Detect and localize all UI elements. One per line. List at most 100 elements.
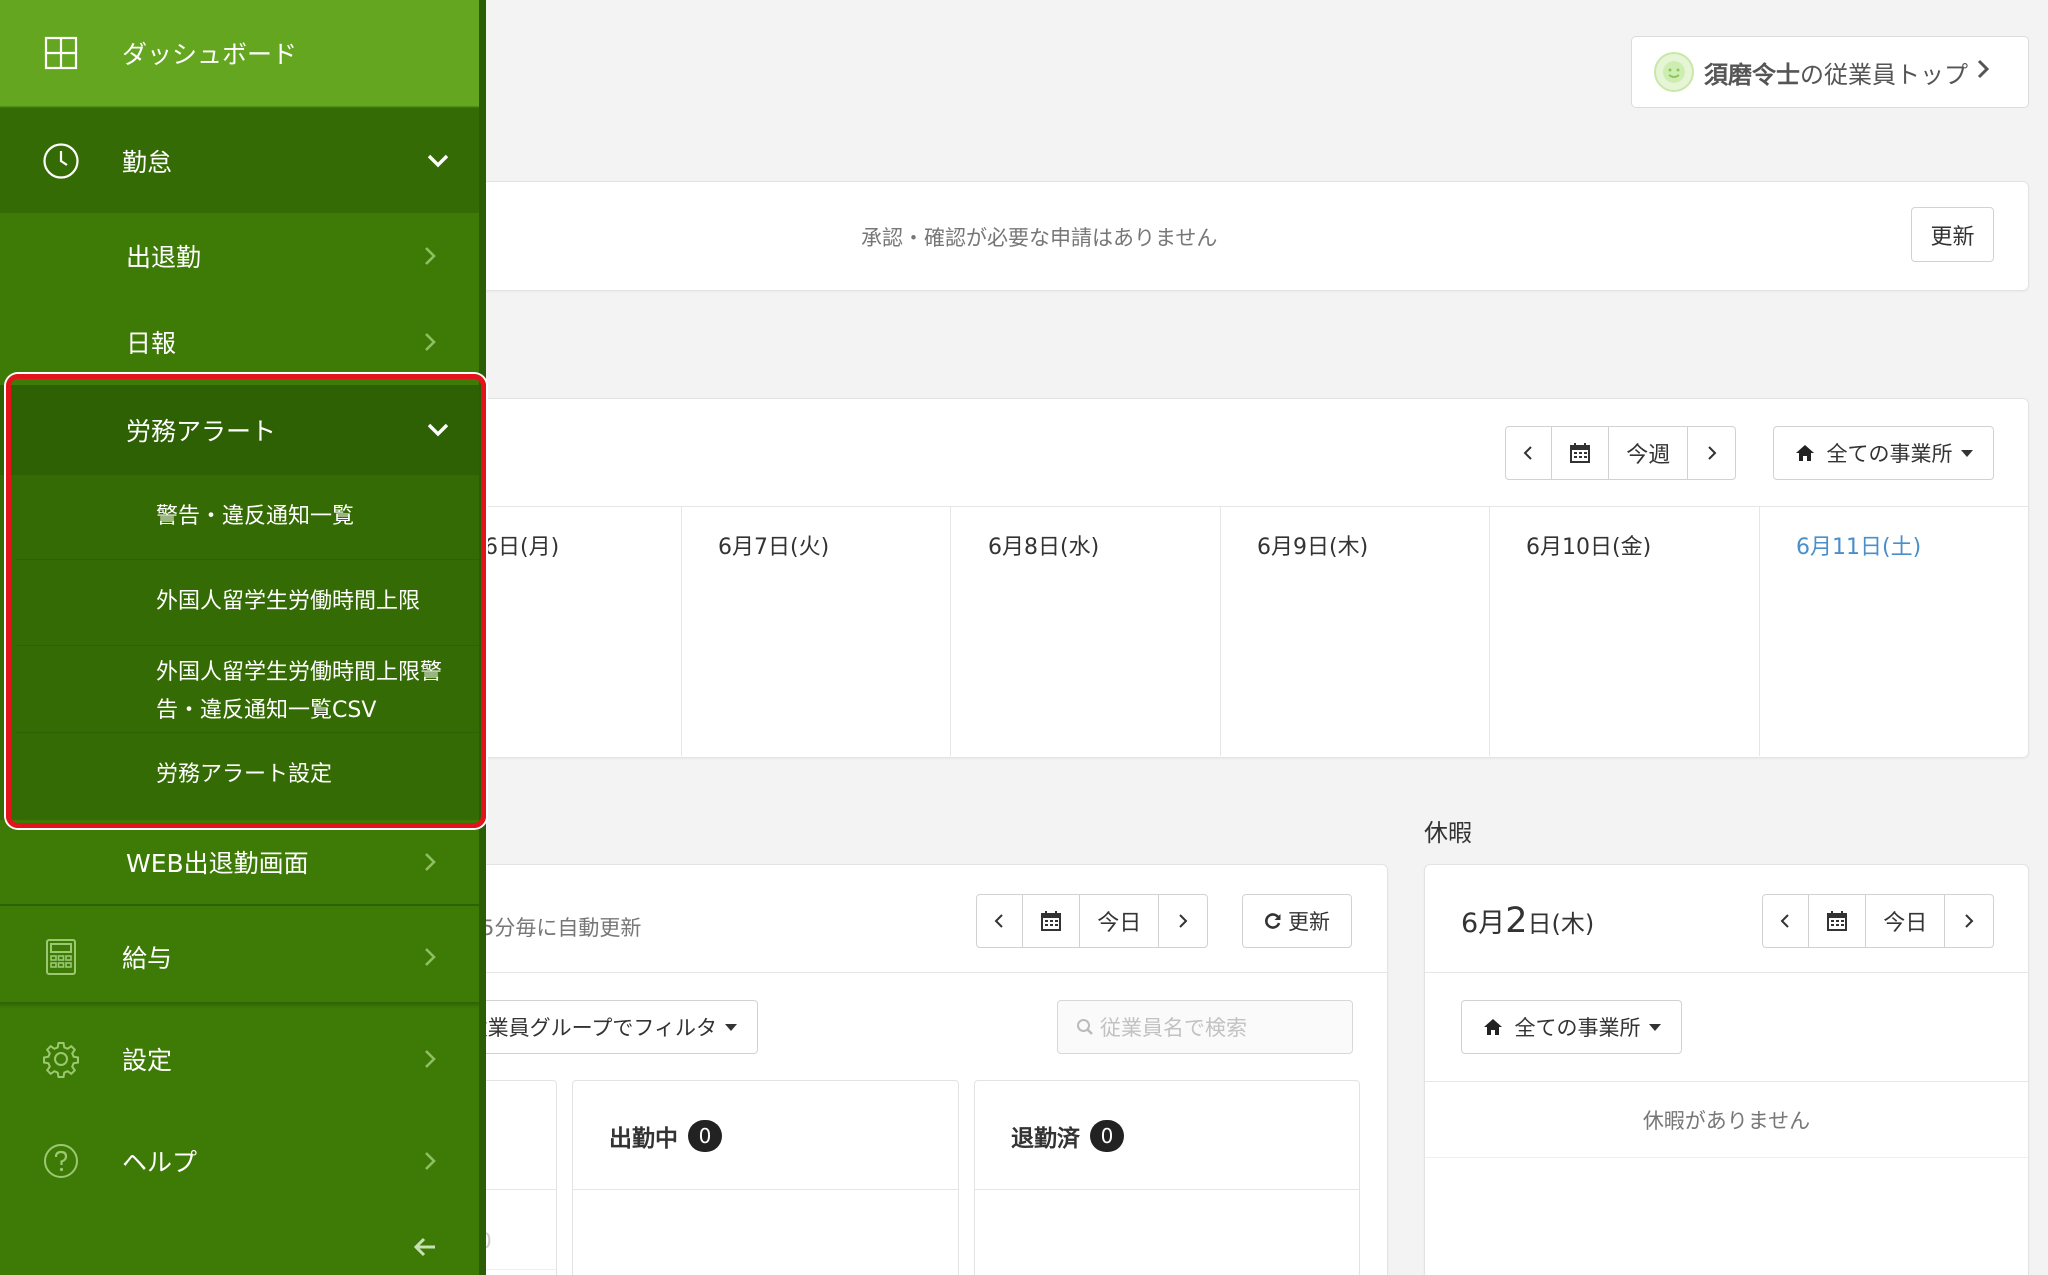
sidebar-item-web-clock[interactable]: WEB出退勤画面 <box>0 820 479 904</box>
approvals-refresh-button[interactable]: 更新 <box>1911 207 1994 262</box>
home-icon <box>1795 445 1814 461</box>
week-office-filter-label: 全ての事業所 <box>1826 442 1953 466</box>
working-count-badge: 0 <box>688 1120 722 1152</box>
leave-date-month: 6月 <box>1461 908 1506 939</box>
calendar-icon <box>1040 911 1061 931</box>
employee-search-placeholder: 従業員名で検索 <box>1100 1016 1247 1040</box>
group-filter-label: 従業員グループでフィルタ <box>466 1016 717 1040</box>
chevron-right-icon <box>1976 58 1990 86</box>
chevron-right-icon <box>419 946 441 968</box>
leave-calendar-button[interactable] <box>1809 895 1867 947</box>
sidebar-item-web-clock-label: WEB出退勤画面 <box>126 849 309 878</box>
gear-icon <box>42 1040 80 1078</box>
calendar-icon <box>1569 443 1590 463</box>
approvals-message: 承認・確認が必要な申請はありません <box>861 226 1218 250</box>
prev-week-button[interactable] <box>1506 427 1552 479</box>
home-icon <box>1483 1019 1502 1035</box>
sidebar-item-dashboard-label: ダッシュボード <box>122 40 298 69</box>
caret-down-icon <box>1648 1023 1661 1031</box>
this-week-button[interactable]: 今週 <box>1609 427 1689 479</box>
status-card-working: 出勤中 0 <box>572 1080 959 1275</box>
leave-date-day: 2 <box>1505 901 1528 941</box>
next-day-button[interactable] <box>1159 895 1207 947</box>
employee-top-button[interactable]: 須磨令士 の従業員トップ <box>1631 36 2029 108</box>
help-circle-icon <box>42 1142 80 1180</box>
approvals-card: 承認・確認が必要な申請はありません 更新 <box>470 181 2029 291</box>
arrow-left-icon <box>413 1237 435 1257</box>
sidebar-item-settings-label: 設定 <box>122 1046 173 1075</box>
day-label-tue: 6月7日(火) <box>718 535 830 560</box>
working-label: 出勤中 <box>609 1126 678 1152</box>
left-count-badge: 0 <box>1090 1120 1124 1152</box>
leave-date-suffix: 日(木) <box>1527 910 1595 938</box>
day-label-fri: 6月10日(金) <box>1526 535 1652 560</box>
chevron-right-icon <box>1179 914 1188 928</box>
calculator-icon <box>42 938 80 976</box>
week-calendar-button[interactable] <box>1552 427 1610 479</box>
chevron-right-icon <box>419 1150 441 1172</box>
week-office-filter[interactable]: 全ての事業所 <box>1773 426 1994 480</box>
sidebar-item-attendance[interactable]: 勤怠 <box>0 108 479 213</box>
leave-next-day-button[interactable] <box>1945 895 1993 947</box>
attendance-header-divider <box>471 972 1387 973</box>
chevron-left-icon <box>1523 446 1533 460</box>
attendance-refresh-button[interactable]: 更新 <box>1242 894 1352 948</box>
leave-section-title: 休暇 <box>1424 819 1472 847</box>
sidebar-item-help[interactable]: ヘルプ <box>0 1110 479 1212</box>
attendance-refresh-label: 更新 <box>1288 910 1330 934</box>
today-button[interactable]: 今日 <box>1080 895 1160 947</box>
chevron-left-icon <box>1780 914 1790 928</box>
chevron-left-icon <box>994 914 1004 928</box>
chevron-right-icon <box>419 1048 441 1070</box>
sidebar-item-payroll-label: 給与 <box>122 944 173 973</box>
status-card-left: 退勤済 0 <box>974 1080 1360 1275</box>
highlight-box <box>6 374 486 828</box>
collapse-sidebar-button[interactable] <box>408 1232 442 1262</box>
leave-card: 6月 2 日(木) 今日 全ての事業所 休暇がありません <box>1424 864 2029 1275</box>
chevron-right-icon <box>1965 914 1974 928</box>
leave-date: 6月 2 日(木) <box>1461 901 1594 941</box>
chevron-right-icon <box>419 331 441 353</box>
sidebar-item-daily-report-label: 日報 <box>126 329 177 358</box>
day-label-sat[interactable]: 6月11日(土) <box>1796 529 1921 561</box>
sidebar-item-clock-in-out-label: 出退勤 <box>126 243 202 272</box>
caret-down-icon <box>725 1023 737 1031</box>
calendar-icon <box>1826 911 1847 931</box>
chevron-right-icon <box>419 245 441 267</box>
attendance-panel-card: 5分毎に自動更新 今日 更新 従業員グループでフィルタ 従業員名で検索 :00 … <box>451 864 1388 1275</box>
dashboard-grid-icon <box>42 34 80 72</box>
leave-office-filter-label: 全ての事業所 <box>1514 1016 1641 1040</box>
employee-search-input[interactable]: 従業員名で検索 <box>1057 1000 1353 1054</box>
sidebar-item-settings[interactable]: 設定 <box>0 1008 479 1110</box>
chevron-right-icon <box>1708 446 1717 460</box>
employee-name: 須磨令士 <box>1704 60 1800 89</box>
sidebar-item-daily-report[interactable]: 日報 <box>0 299 479 385</box>
caret-down-icon <box>1960 449 1973 457</box>
search-icon <box>1077 1019 1093 1035</box>
avatar <box>1654 52 1694 92</box>
employee-top-label: の従業員トップ <box>1800 60 1968 89</box>
day-label-wed: 6月8日(水) <box>988 535 1100 560</box>
prev-day-button[interactable] <box>977 895 1023 947</box>
sidebar-item-clock-in-out[interactable]: 出退勤 <box>0 213 479 299</box>
leave-prev-day-button[interactable] <box>1763 895 1809 947</box>
next-week-button[interactable] <box>1688 427 1735 479</box>
refresh-icon <box>1265 913 1281 929</box>
leave-empty-message: 休暇がありません <box>1642 1109 1811 1133</box>
group-filter-dropdown[interactable]: 従業員グループでフィルタ <box>451 1000 758 1054</box>
sidebar-item-attendance-label: 勤怠 <box>122 147 173 177</box>
leave-day-nav-group: 今日 <box>1762 894 1994 948</box>
sidebar-item-dashboard[interactable]: ダッシュボード <box>0 0 479 107</box>
day-label-thu: 6月9日(木) <box>1257 535 1369 560</box>
leave-office-filter[interactable]: 全ての事業所 <box>1461 1000 1682 1054</box>
day-calendar-button[interactable] <box>1023 895 1081 947</box>
leave-today-button[interactable]: 今日 <box>1866 895 1946 947</box>
auto-refresh-label: 5分毎に自動更新 <box>481 916 642 940</box>
week-nav-group: 今週 <box>1505 426 1736 480</box>
sidebar-item-help-label: ヘルプ <box>122 1148 198 1177</box>
chevron-right-icon <box>419 851 441 873</box>
sidebar-item-payroll[interactable]: 給与 <box>0 906 479 1008</box>
day-nav-group: 今日 <box>976 894 1208 948</box>
clock-icon <box>42 142 80 180</box>
day-label-mon: 6日(月) <box>484 535 560 560</box>
